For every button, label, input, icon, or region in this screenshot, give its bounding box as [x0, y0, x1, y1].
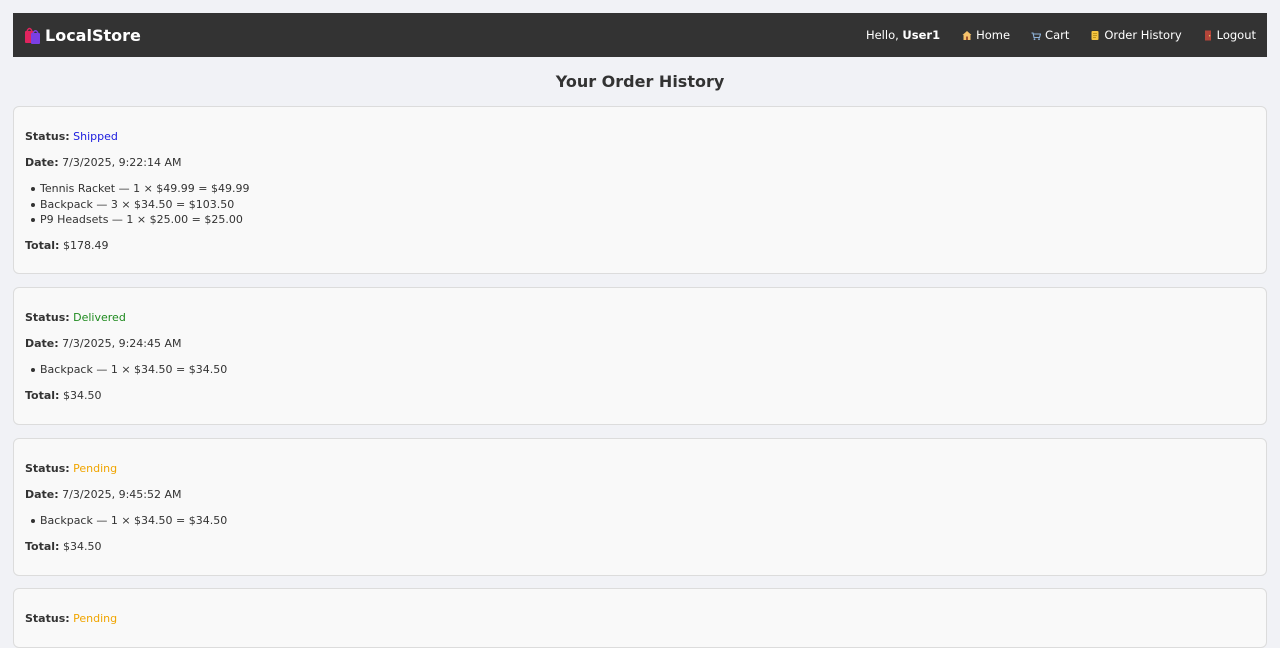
total-label: Total: [25, 239, 60, 252]
greeting-text: Hello, [865, 28, 899, 42]
status-label: Status: [25, 130, 70, 143]
nav-link-order-history[interactable]: Order History [1090, 28, 1182, 42]
status-value: Shipped [73, 130, 118, 143]
status-label: Status: [25, 311, 70, 324]
nav-right: Hello, User1 Home Cart Order History Log… [866, 28, 1256, 42]
list-item: Backpack — 1 × $34.50 = $34.50 [25, 362, 227, 378]
brand-name: LocalStore [45, 25, 141, 45]
cart-icon [1031, 31, 1042, 40]
order-card: Status: Shipped Date: 7/3/2025, 9:22:14 … [13, 106, 1267, 274]
total-label: Total: [25, 389, 60, 402]
order-status: Status: Delivered [25, 311, 126, 324]
order-date: Date: 7/3/2025, 9:45:52 AM [25, 488, 182, 501]
shopping-bags-icon [25, 27, 40, 44]
nav-link-label: Logout [1216, 28, 1256, 42]
total-label: Total: [25, 540, 60, 553]
order-date: Date: 7/3/2025, 9:22:14 AM [25, 156, 182, 169]
order-status: Status: Pending [25, 462, 117, 475]
user-greeting: Hello, User1 [866, 28, 940, 42]
order-card: Status: Delivered Date: 7/3/2025, 9:24:4… [13, 287, 1267, 425]
status-value: Pending [73, 462, 118, 475]
status-label: Status: [25, 612, 70, 625]
order-items-list: Tennis Racket — 1 × $49.99 = $49.99 Back… [25, 181, 249, 228]
username: User1 [902, 28, 941, 42]
date-label: Date: [25, 488, 59, 501]
order-total: Total: $34.50 [25, 389, 101, 402]
list-item: Backpack — 3 × $34.50 = $103.50 [25, 197, 249, 213]
list-item: Backpack — 1 × $34.50 = $34.50 [25, 513, 227, 529]
order-status: Status: Pending [25, 612, 117, 625]
nav-link-home[interactable]: Home [962, 28, 1010, 42]
list-item: P9 Headsets — 1 × $25.00 = $25.00 [25, 212, 249, 228]
status-value: Pending [73, 612, 118, 625]
scroll-icon [1091, 30, 1099, 40]
home-icon [962, 30, 972, 40]
order-card: Status: Pending Date: 7/3/2025, 9:45:52 … [13, 438, 1267, 576]
date-value: 7/3/2025, 9:22:14 AM [62, 156, 182, 169]
nav-link-logout[interactable]: Logout [1203, 28, 1256, 42]
date-value: 7/3/2025, 9:24:45 AM [62, 337, 182, 350]
order-items-list: Backpack — 1 × $34.50 = $34.50 [25, 362, 227, 378]
date-value: 7/3/2025, 9:45:52 AM [62, 488, 182, 501]
top-navbar: LocalStore Hello, User1 Home Cart Order … [13, 13, 1267, 57]
list-item: Tennis Racket — 1 × $49.99 = $49.99 [25, 181, 249, 197]
total-value: $178.49 [62, 239, 109, 252]
order-total: Total: $34.50 [25, 540, 101, 553]
nav-link-label: Cart [1045, 28, 1070, 42]
door-icon [1204, 30, 1211, 40]
nav-link-label: Home [976, 28, 1011, 42]
order-items-list: Backpack — 1 × $34.50 = $34.50 [25, 513, 227, 529]
brand-logo-link[interactable]: LocalStore [24, 26, 141, 45]
order-date: Date: 7/3/2025, 9:24:45 AM [25, 337, 182, 350]
order-status: Status: Shipped [25, 130, 118, 143]
nav-link-label: Order History [1104, 28, 1182, 42]
nav-link-cart[interactable]: Cart [1031, 28, 1069, 42]
total-value: $34.50 [62, 540, 102, 553]
total-value: $34.50 [62, 389, 102, 402]
status-value: Delivered [73, 311, 126, 324]
order-total: Total: $178.49 [25, 239, 108, 252]
page-title: Your Order History [555, 72, 725, 91]
date-label: Date: [25, 337, 59, 350]
status-label: Status: [25, 462, 70, 475]
date-label: Date: [25, 156, 59, 169]
order-card: Status: Pending [13, 588, 1267, 648]
